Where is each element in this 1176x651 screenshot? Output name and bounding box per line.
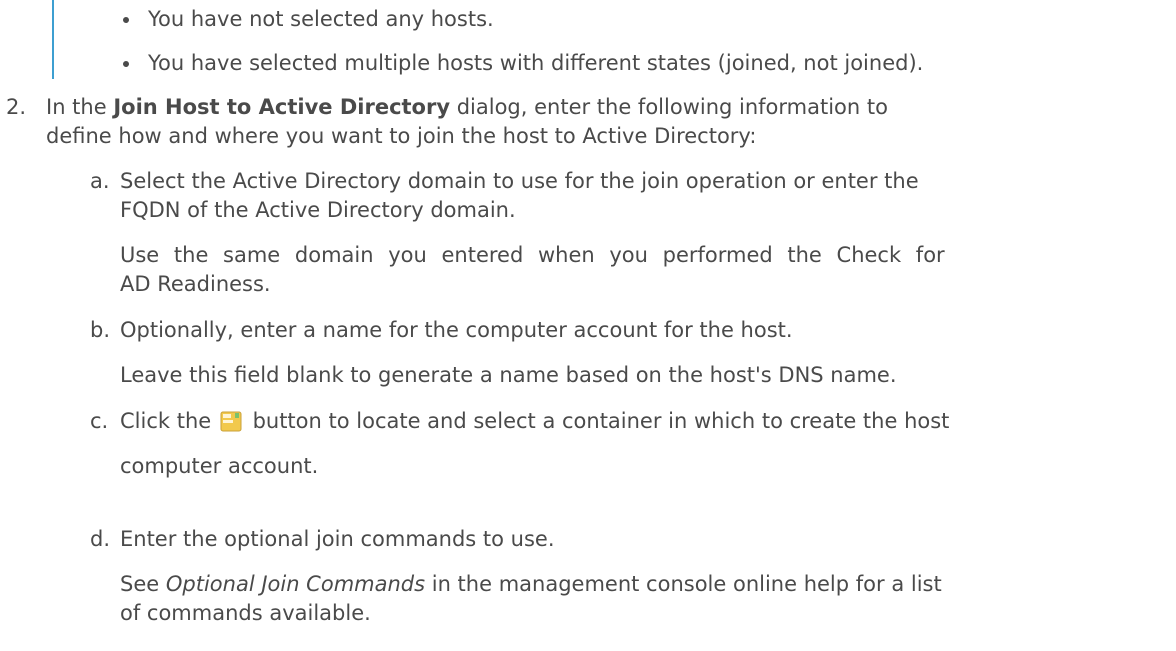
substep-c-pre: Click the xyxy=(120,409,212,433)
substep-c-line-2: computer account. xyxy=(120,454,319,478)
step-2-line-2: define how and where you want to join th… xyxy=(46,124,757,148)
step-number: 2. xyxy=(6,95,27,119)
dialog-name: Join Host to Active Directory xyxy=(113,95,451,119)
step-2-suffix: dialog, enter the following information … xyxy=(450,95,888,119)
substep-b-note: Leave this field blank to generate a nam… xyxy=(120,363,897,387)
substep-letter: c. xyxy=(90,409,109,433)
substep-c-line-1: Click the button to locate and select a … xyxy=(120,407,1170,436)
step-2-line-1: In the Join Host to Active Directory dia… xyxy=(46,93,1146,122)
substep-letter: b. xyxy=(90,318,111,342)
substep-d-note-post: in the management console online help fo… xyxy=(425,572,942,596)
substep-c-text: Click the button to locate and select a … xyxy=(120,407,1170,481)
optional-join-commands-reference: Optional Join Commands xyxy=(165,572,426,596)
substep-letter: d. xyxy=(90,527,111,551)
substep-d-text: Enter the optional join commands to use. xyxy=(120,527,555,551)
bullet-text: You have not selected any hosts. xyxy=(148,7,494,31)
step-2-text: In the Join Host to Active Directory dia… xyxy=(46,93,1146,151)
substep-c-post: button to locate and select a container … xyxy=(252,409,950,433)
substep-d-note-line-1: See Optional Join Commands in the manage… xyxy=(120,570,1160,599)
substep-a-note-line-2: AD Readiness. xyxy=(120,272,271,296)
bullet-dot-icon xyxy=(123,61,129,67)
substep-d-note-pre: See xyxy=(120,572,166,596)
document-page: You have not selected any hosts. You hav… xyxy=(0,0,1176,651)
note-sidebar-bar xyxy=(52,0,54,79)
substep-letter: a. xyxy=(90,169,110,193)
condition-bullet-list: You have not selected any hosts. You hav… xyxy=(118,5,923,93)
substep-a-text: Select the Active Directory domain to us… xyxy=(120,167,1170,225)
list-item: You have selected multiple hosts with di… xyxy=(118,49,923,93)
substep-a-line-1: Select the Active Directory domain to us… xyxy=(120,169,919,193)
substep-b-text: Optionally, enter a name for the compute… xyxy=(120,318,793,342)
substep-a-line-2: FQDN of the Active Directory domain. xyxy=(120,198,516,222)
bullet-text: You have selected multiple hosts with di… xyxy=(148,51,924,75)
substep-d-note-line-2: of commands available. xyxy=(120,601,371,625)
step-2-prefix: In the xyxy=(46,95,114,119)
list-item: You have not selected any hosts. xyxy=(118,5,923,49)
browse-container-icon xyxy=(220,410,242,432)
substep-a-note-line-1: Use the same domain you entered when you… xyxy=(120,243,945,267)
substep-d-note: See Optional Join Commands in the manage… xyxy=(120,570,1160,628)
bullet-dot-icon xyxy=(123,17,129,23)
substep-a-note: Use the same domain you entered when you… xyxy=(120,241,1160,299)
